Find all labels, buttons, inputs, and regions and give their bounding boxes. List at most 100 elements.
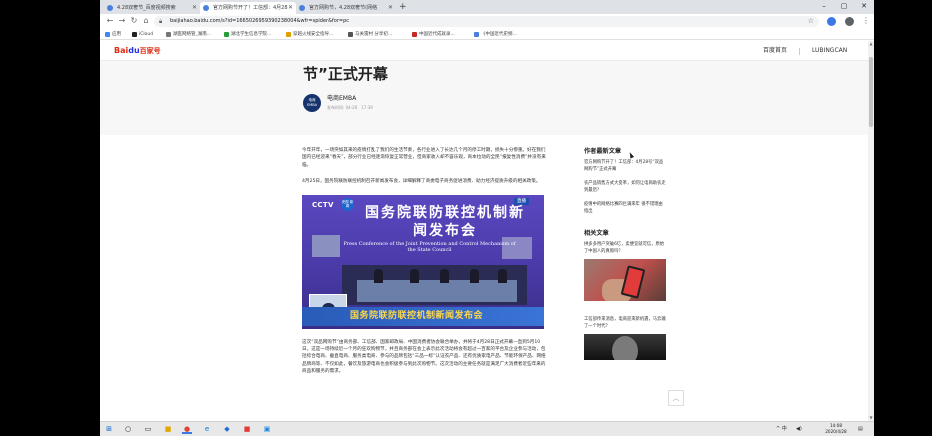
bookmark-item[interactable]: 湖北学生信息学院...	[224, 29, 271, 40]
user-name-link[interactable]: LUBINGCAN	[812, 46, 847, 56]
baidu-paw-icon	[474, 32, 479, 37]
apple-icon	[132, 32, 137, 37]
browser-toolbar: ← → ↻ ⌂ 🔒︎ baijiahao.baidu.com/s?id=1665…	[100, 14, 874, 29]
edge-icon[interactable]: e	[202, 424, 212, 434]
page-icon	[224, 32, 229, 37]
task-view-icon[interactable]: ▭	[143, 424, 153, 434]
bookmark-star-icon[interactable]: ☆	[808, 16, 814, 27]
tab-label: 官方网购节开了！工信部：4月28	[213, 5, 288, 11]
cctv-news-badge: 央视 新闻	[341, 197, 354, 211]
scroll-up-arrow-icon[interactable]: ▲	[868, 41, 874, 47]
scrollbar-thumb[interactable]	[869, 57, 873, 127]
speaker-figure	[440, 268, 449, 283]
bookmark-item[interactable]: 中国近代成就录...	[412, 29, 455, 40]
file-explorer-icon[interactable]: ■	[163, 424, 173, 434]
back-arrow-icon[interactable]: ←	[104, 15, 116, 27]
image-caption: 国务院联防联控机制新闻发布会	[350, 310, 484, 321]
sidebar: 作者最新文章 官方网购节开了！工信部：4月28号“双品网购节”正式开幕 农产品销…	[584, 147, 666, 360]
site-header: Baidu百家号 百度首页 LUBINGCAN	[100, 41, 874, 61]
browser-window: 4.28双奢节_百度视频搜索 ✕ 官方网购节开了！工信部：4月28 ✕ 官方网购…	[100, 0, 874, 421]
close-icon[interactable]: ✕	[192, 2, 197, 14]
bookmark-item[interactable]: 穿越火线安全指导...	[286, 29, 333, 40]
article-paragraph: 4月25日，国务院联防联控机制召开新闻发布会，详细解释了商委电子商务促进消费、助…	[302, 179, 541, 185]
related-article-link[interactable]: 拼多多用户突破6亿，卖便宜就可信，原始了中国人的真假吗？	[584, 242, 666, 255]
speaker-figure	[410, 268, 419, 283]
bookmark-item[interactable]: 湖医网络管_湖南...	[166, 29, 211, 40]
page-icon	[166, 32, 171, 37]
baidu-home-link[interactable]: 百度首页	[763, 46, 787, 56]
related-article-thumbnail[interactable]	[584, 259, 666, 301]
maximize-button[interactable]: ▢	[834, 0, 854, 14]
app-icon[interactable]: ◆	[222, 424, 232, 434]
article-header: 节”正式开幕 电商 EMBA 电商EMBA 发布时间: 04-26 17:39	[100, 61, 868, 135]
side-screen	[312, 234, 340, 257]
bookmark-item[interactable]: 马关雷村 分享初...	[348, 29, 392, 40]
screen: 4.28双奢节_百度视频搜索 ✕ 官方网购节开了！工信部：4月28 ✕ 官方网购…	[0, 0, 932, 436]
home-icon[interactable]: ⌂	[140, 15, 152, 27]
author-avatar[interactable]: 电商 EMBA	[303, 94, 321, 112]
publish-date: 发布时间: 04-26 17:39	[327, 105, 373, 110]
bookmark-item[interactable]: 《中国近代史纲...	[474, 29, 517, 40]
apps-grid-icon	[105, 32, 110, 37]
app-icon[interactable]: ■	[242, 424, 252, 434]
new-tab-button[interactable]: +	[399, 1, 407, 13]
backdrop-chinese-title: 国务院联防联控机制新闻发布会	[365, 204, 525, 239]
baidu-paw-icon	[299, 5, 305, 11]
tab-label: 官方网购节，4.28双奢节(网络	[309, 5, 378, 11]
baidu-paw-icon	[107, 5, 113, 11]
tab-video-search[interactable]: 4.28双奢节_百度视频搜索 ✕	[104, 2, 200, 14]
back-to-top-button[interactable]: ︿	[668, 390, 684, 406]
article-paragraph: 今年开年，一场突如其来的疫情打乱了我们的生活节奏，各行业进入了长达几个月的停工时…	[302, 148, 546, 168]
article-title: 节”正式开幕	[303, 65, 388, 83]
close-window-button[interactable]: ✕	[854, 0, 874, 14]
address-bar[interactable]: 🔒︎ baijiahao.baidu.com/s?id=166502695939…	[154, 16, 819, 27]
speaker-figure	[374, 268, 383, 283]
minimize-button[interactable]: –	[814, 0, 834, 14]
page-scrollbar[interactable]: ▲ ▼	[868, 41, 874, 421]
tab-shopping-festival[interactable]: 官方网购节，4.28双奢节(网络 ✕	[296, 2, 396, 14]
bookmark-icloud[interactable]: iCloud	[132, 29, 153, 40]
related-article-link[interactable]: 工信部传来消息，电商迎来新机遇，马云输了一个时代？	[584, 317, 666, 330]
menu-dots-icon[interactable]: ⋮	[860, 15, 872, 27]
speaker-icon[interactable]: ◀)	[796, 422, 802, 436]
extension-icon[interactable]	[827, 17, 836, 26]
forward-arrow-icon[interactable]: →	[116, 15, 128, 27]
close-icon[interactable]: ✕	[388, 2, 393, 14]
article-body: 今年开年，一场突如其来的疫情打乱了我们的生活节奏，各行业进入了长达几个月的停工时…	[302, 147, 546, 385]
related-articles-heading: 相关文章	[584, 230, 609, 237]
backdrop-english-title: Press Conference of the Joint Prevention…	[343, 240, 516, 254]
press-conference-image: CCTV 央视 新闻 直播 国务院联防联控机制新闻发布会 Press Confe…	[302, 194, 544, 329]
chevron-up-icon: ︿	[672, 394, 680, 402]
tab-label: 4.28双奢节_百度视频搜索	[117, 5, 176, 11]
app-icon[interactable]: ▣	[262, 424, 272, 434]
web-page: Baidu百家号 百度首页 LUBINGCAN 节”正式开幕 电商 EMBA 电…	[100, 41, 874, 421]
search-icon[interactable]: ○	[123, 424, 133, 434]
system-tray[interactable]: ^ 中	[776, 422, 787, 436]
bookmark-apps[interactable]: 应用	[105, 29, 121, 40]
page-icon	[348, 32, 353, 37]
close-icon[interactable]: ✕	[288, 2, 293, 14]
clock-date: 2020/4/28	[825, 429, 847, 434]
cctv-logo: CCTV	[312, 200, 334, 209]
reload-icon[interactable]: ↻	[128, 15, 140, 27]
system-clock[interactable]: 14:08 2020/4/28	[818, 423, 854, 435]
profile-avatar-icon[interactable]	[845, 17, 854, 26]
bookmarks-bar: 应用 iCloud 湖医网络管_湖南... 湖北学生信息学院... 穿越火线安全…	[100, 29, 874, 40]
tab-bar: 4.28双奢节_百度视频搜索 ✕ 官方网购节开了！工信部：4月28 ✕ 官方网购…	[100, 0, 874, 14]
lock-icon: 🔒︎	[159, 18, 163, 25]
baidu-logo[interactable]: Baidu百家号	[114, 46, 161, 56]
chrome-icon[interactable]: ●	[182, 424, 192, 434]
windows-start-icon[interactable]: ⊞	[104, 424, 114, 434]
notification-icon[interactable]: ▤	[858, 422, 863, 436]
latest-article-link[interactable]: 疫情中的网络比赛四巨满来年 很不错理由指出	[584, 202, 666, 215]
podium-desk	[357, 279, 517, 302]
author-name[interactable]: 电商EMBA	[327, 95, 356, 103]
latest-articles-heading: 作者最新文章	[584, 148, 622, 155]
latest-article-link[interactable]: 官方网购节开了！工信部：4月28号“双品网购节”正式开幕	[584, 160, 666, 173]
nav-divider	[799, 48, 800, 55]
tab-article[interactable]: 官方网购节开了！工信部：4月28 ✕	[200, 2, 296, 14]
page-icon	[412, 32, 417, 37]
speaker-figure	[498, 268, 507, 283]
related-article-thumbnail[interactable]	[584, 334, 666, 360]
latest-article-link[interactable]: 农产品销售方式大变革，如何让电商助农走到最后？	[584, 181, 666, 194]
